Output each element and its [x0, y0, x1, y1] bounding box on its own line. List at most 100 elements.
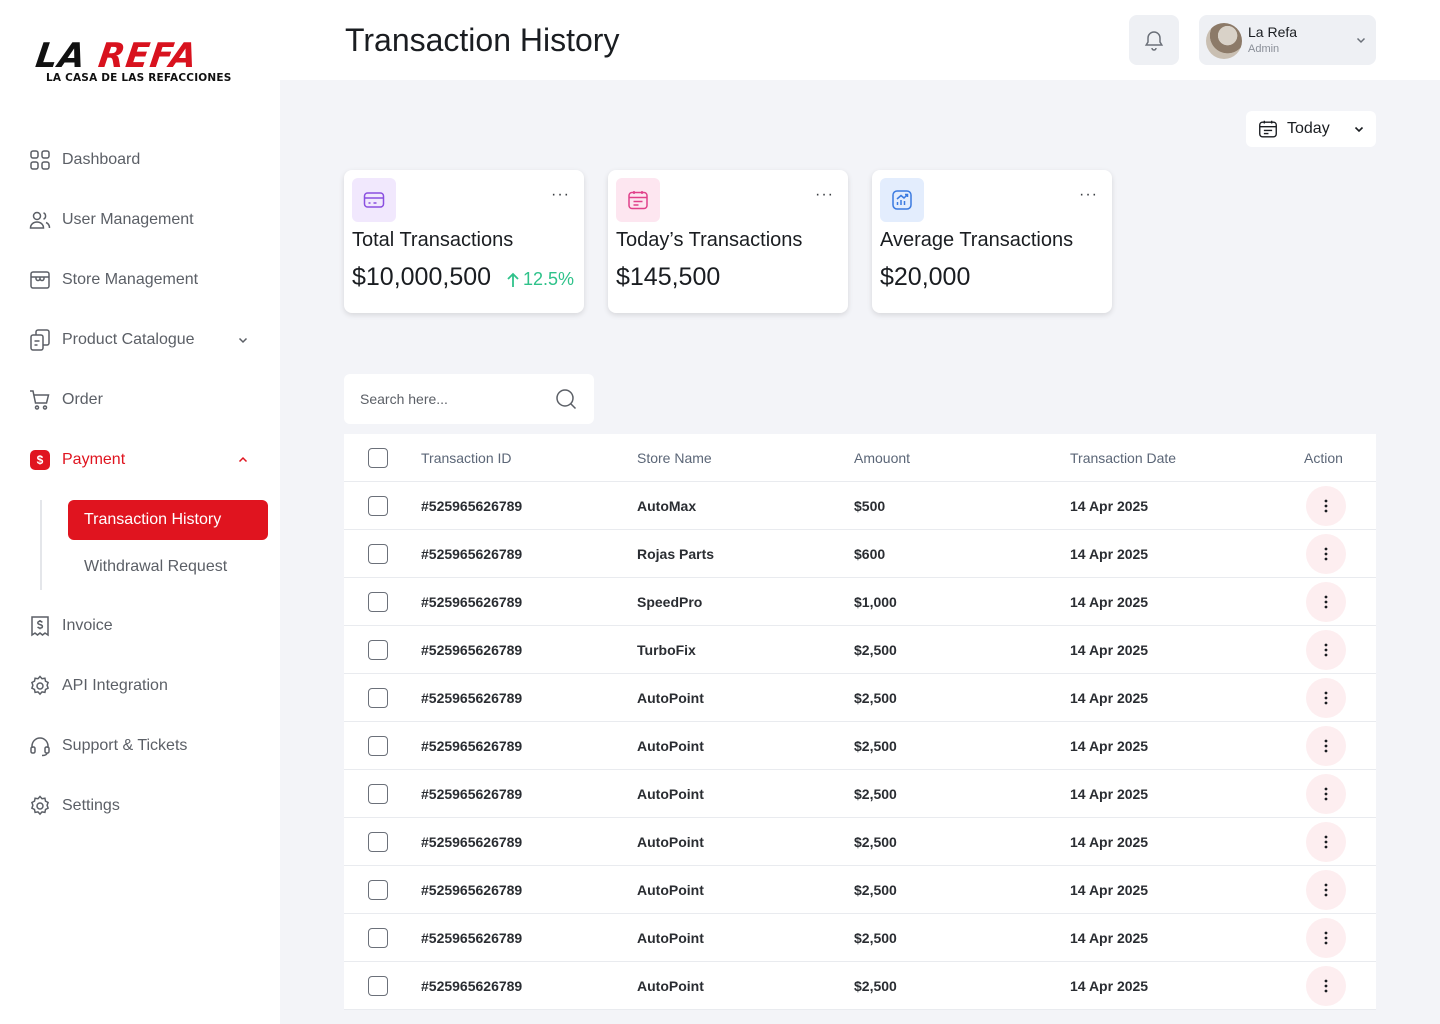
more-vertical-icon: [1324, 739, 1328, 753]
transaction-date-cell: 14 Apr 2025: [1070, 642, 1149, 658]
transaction-date-cell: 14 Apr 2025: [1070, 786, 1149, 802]
sidebar-item-support-tickets[interactable]: Support & Tickets: [28, 732, 187, 760]
more-options-icon[interactable]: ···: [551, 186, 570, 204]
brand-logo[interactable]: LA REFA LA CASA DE LAS REFACCIONES: [33, 36, 240, 90]
calendar-icon: [616, 178, 660, 222]
table-row[interactable]: #525965626789 Rojas Parts $600 14 Apr 2025: [344, 530, 1376, 578]
row-checkbox[interactable]: [368, 880, 388, 900]
more-options-icon[interactable]: ···: [815, 186, 834, 204]
transaction-date-cell: 14 Apr 2025: [1070, 834, 1149, 850]
table-row[interactable]: #525965626789 AutoPoint $2,500 14 Apr 2025: [344, 962, 1376, 1010]
table-row[interactable]: #525965626789 TurboFix $2,500 14 Apr 2025: [344, 626, 1376, 674]
invoice-icon: [31, 616, 49, 637]
table-row[interactable]: #525965626789 SpeedPro $1,000 14 Apr 2025: [344, 578, 1376, 626]
sidebar-item-payment[interactable]: $ Payment: [28, 446, 248, 474]
column-header-transaction-date[interactable]: Transaction Date: [1070, 434, 1176, 482]
row-checkbox[interactable]: [368, 976, 388, 996]
table-row[interactable]: #525965626789 AutoPoint $2,500 14 Apr 2025: [344, 866, 1376, 914]
column-header-transaction-id[interactable]: Transaction ID: [421, 434, 512, 482]
dollar-icon: $: [30, 450, 50, 470]
table-row[interactable]: #525965626789 AutoMax $500 14 Apr 2025: [344, 482, 1376, 530]
table-row[interactable]: #525965626789 AutoPoint $2,500 14 Apr 2025: [344, 818, 1376, 866]
users-icon: [29, 211, 51, 229]
chevron-up-icon[interactable]: [236, 453, 250, 467]
row-action-button[interactable]: [1306, 870, 1346, 910]
table-body: #525965626789 AutoMax $500 14 Apr 2025 #5259…: [344, 482, 1376, 1010]
row-checkbox[interactable]: [368, 592, 388, 612]
table-row[interactable]: #525965626789 AutoPoint $2,500 14 Apr 2025: [344, 914, 1376, 962]
column-header-amount[interactable]: Amouont: [854, 434, 910, 482]
transaction-date-cell: 14 Apr 2025: [1070, 978, 1149, 994]
transaction-date-cell: 14 Apr 2025: [1070, 738, 1149, 754]
amount-cell: $2,500: [854, 642, 897, 658]
row-checkbox[interactable]: [368, 544, 388, 564]
sidebar-item-api-integration[interactable]: API Integration: [28, 672, 168, 700]
transaction-id-cell: #525965626789: [421, 594, 523, 610]
user-menu[interactable]: La Refa Admin: [1199, 15, 1376, 65]
transaction-id-cell: #525965626789: [421, 978, 523, 994]
sidebar-item-order[interactable]: Order: [28, 386, 103, 414]
table-row[interactable]: #525965626789 AutoPoint $2,500 14 Apr 2025: [344, 770, 1376, 818]
transaction-date-cell: 14 Apr 2025: [1070, 882, 1149, 898]
table-row[interactable]: #525965626789 AutoPoint $2,500 14 Apr 2025: [344, 674, 1376, 722]
select-all-checkbox[interactable]: [368, 448, 388, 468]
transactions-table: Transaction ID Store Name Amouont Transa…: [344, 434, 1376, 1010]
sidebar-item-invoice[interactable]: Invoice: [28, 612, 113, 640]
trend-value: 12.5%: [523, 269, 575, 289]
store-icon: [30, 271, 50, 289]
search-input[interactable]: [360, 389, 540, 409]
card-value: $145,500: [616, 263, 721, 291]
more-vertical-icon: [1324, 499, 1328, 513]
chevron-down-icon[interactable]: [236, 333, 250, 347]
api-gear-icon: [30, 675, 50, 696]
more-vertical-icon: [1324, 595, 1328, 609]
sidebar-item-store-management[interactable]: Store Management: [28, 266, 198, 294]
row-action-button[interactable]: [1306, 582, 1346, 622]
sidebar-item-product-catalogue[interactable]: Product Catalogue: [28, 326, 248, 354]
row-checkbox[interactable]: [368, 928, 388, 948]
store-name-cell: AutoPoint: [637, 978, 704, 994]
row-checkbox[interactable]: [368, 640, 388, 660]
row-action-button[interactable]: [1306, 630, 1346, 670]
table-row[interactable]: #525965626789 AutoPoint $2,500 14 Apr 2025: [344, 722, 1376, 770]
stat-card-todays-transactions: ··· Today’s Transactions $145,500: [608, 170, 848, 313]
sidebar-item-label: Invoice: [62, 617, 113, 634]
sidebar-subitem-transaction-history[interactable]: Transaction History: [68, 500, 268, 540]
transaction-date-cell: 14 Apr 2025: [1070, 690, 1149, 706]
more-vertical-icon: [1324, 979, 1328, 993]
search-icon[interactable]: [554, 387, 578, 411]
row-action-button[interactable]: [1306, 534, 1346, 574]
amount-cell: $2,500: [854, 882, 897, 898]
row-action-button[interactable]: [1306, 918, 1346, 958]
row-action-button[interactable]: [1306, 726, 1346, 766]
row-checkbox[interactable]: [368, 688, 388, 708]
notifications-button[interactable]: [1129, 15, 1179, 65]
column-header-store-name[interactable]: Store Name: [637, 434, 712, 482]
row-checkbox[interactable]: [368, 496, 388, 516]
row-action-button[interactable]: [1306, 486, 1346, 526]
date-filter-dropdown[interactable]: Today: [1246, 111, 1376, 147]
amount-cell: $500: [854, 498, 886, 514]
store-name-cell: AutoPoint: [637, 930, 704, 946]
row-action-button[interactable]: [1306, 774, 1346, 814]
sidebar-item-user-management[interactable]: User Management: [28, 206, 194, 234]
sidebar-item-settings[interactable]: Settings: [28, 792, 120, 820]
headset-icon: [30, 737, 50, 757]
sidebar-subitem-withdrawal-request[interactable]: Withdrawal Request: [84, 558, 227, 576]
row-checkbox[interactable]: [368, 784, 388, 804]
card-title: Total Transactions: [352, 229, 514, 251]
sidebar-item-dashboard[interactable]: Dashboard: [28, 146, 140, 174]
store-name-cell: TurboFix: [637, 642, 696, 658]
logo-wordmark: LA REFA: [33, 36, 201, 76]
row-action-button[interactable]: [1306, 822, 1346, 862]
grid-icon: [30, 150, 50, 170]
row-action-button[interactable]: [1306, 678, 1346, 718]
store-name-cell: AutoPoint: [637, 690, 704, 706]
more-vertical-icon: [1324, 931, 1328, 945]
amount-cell: $2,500: [854, 978, 897, 994]
stat-card-average-transactions: ··· Average Transactions $20,000: [872, 170, 1112, 313]
more-options-icon[interactable]: ···: [1079, 186, 1098, 204]
row-checkbox[interactable]: [368, 736, 388, 756]
row-checkbox[interactable]: [368, 832, 388, 852]
row-action-button[interactable]: [1306, 966, 1346, 1006]
